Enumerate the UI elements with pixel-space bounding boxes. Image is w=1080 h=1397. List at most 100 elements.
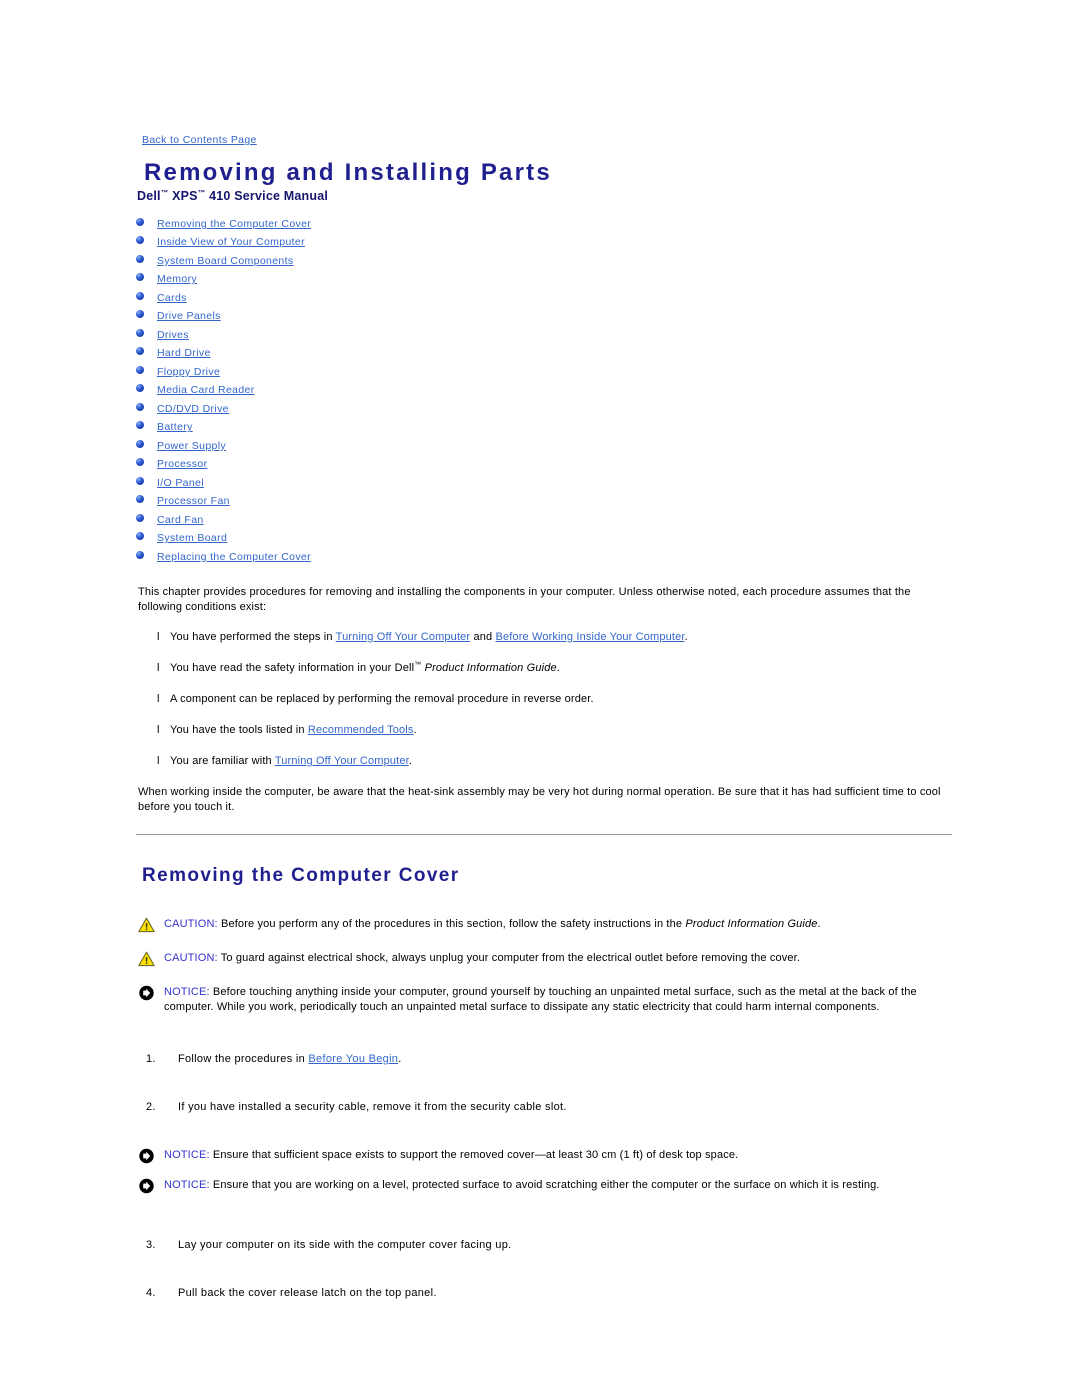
toc-item[interactable]: System Board Components <box>136 254 952 267</box>
toc-item-link[interactable]: Card Fan <box>157 514 204 526</box>
toc-item[interactable]: Power Supply <box>136 439 952 452</box>
bullet-sphere-icon <box>136 402 144 411</box>
caution-label: CAUTION: <box>164 917 218 930</box>
turning-off-your-computer-link[interactable]: Turning Off Your Computer <box>275 755 409 767</box>
list-marker-icon: l <box>157 754 160 767</box>
notice-arrow-icon <box>138 985 155 1001</box>
step-number: 1. <box>146 1052 156 1065</box>
step-number: 4. <box>146 1286 156 1299</box>
subtitle-brand: Dell <box>137 188 161 203</box>
step-text-pre: Follow the procedures in <box>178 1052 309 1065</box>
toc-item-link[interactable]: Memory <box>157 273 197 285</box>
toc-item[interactable]: Processor Fan <box>136 494 952 507</box>
toc-item[interactable]: Floppy Drive <box>136 365 952 378</box>
step-text-post: . <box>398 1052 402 1065</box>
caution-triangle-icon <box>138 951 155 967</box>
toc-item[interactable]: Media Card Reader <box>136 383 952 396</box>
subtitle-model: XPS <box>168 188 198 203</box>
bullet-sphere-icon <box>136 421 144 430</box>
caution-label: CAUTION: <box>164 951 218 964</box>
page-title: Removing and Installing Parts <box>144 159 552 186</box>
toc-item[interactable]: Cards <box>136 291 952 304</box>
toc-item[interactable]: Battery <box>136 420 952 433</box>
bullet-sphere-icon <box>136 236 144 245</box>
toc-item-link[interactable]: System Board <box>157 532 227 544</box>
caution-block-2: CAUTION: To guard against electrical sho… <box>138 951 952 967</box>
condition-text-mid: and <box>470 630 496 643</box>
toc-item-link[interactable]: Removing the Computer Cover <box>157 218 311 230</box>
caution-triangle-icon <box>138 917 155 933</box>
step-text: If you have installed a security cable, … <box>178 1100 567 1113</box>
toc-item[interactable]: I/O Panel <box>136 476 952 489</box>
toc-item[interactable]: Drives <box>136 328 952 341</box>
notice-block-1: NOTICE: Before touching anything inside … <box>138 985 952 1016</box>
bullet-sphere-icon <box>136 384 144 393</box>
toc-item-link[interactable]: Processor Fan <box>157 495 230 507</box>
toc-item-link[interactable]: CD/DVD Drive <box>157 403 229 415</box>
step-item-4: 4. Pull back the cover release latch on t… <box>146 1286 952 1301</box>
recommended-tools-link[interactable]: Recommended Tools <box>308 724 414 736</box>
toc-item[interactable]: Replacing the Computer Cover <box>136 550 952 563</box>
before-you-begin-link[interactable]: Before You Begin <box>308 1053 398 1065</box>
notice-text: Ensure that you are working on a level, … <box>209 1178 880 1191</box>
toc-item-link[interactable]: Hard Drive <box>157 347 211 359</box>
toc-item-link[interactable]: Battery <box>157 421 193 433</box>
toc-item[interactable]: System Board <box>136 531 952 544</box>
toc-item-link[interactable]: Processor <box>157 458 207 470</box>
condition-text-post: . <box>413 723 417 736</box>
toc-item-link[interactable]: Drive Panels <box>157 310 221 322</box>
toc-item-link[interactable]: System Board Components <box>157 255 293 267</box>
step-text: Pull back the cover release latch on the… <box>178 1286 437 1299</box>
toc-item[interactable]: Inside View of Your Computer <box>136 235 952 248</box>
toc-item[interactable]: Drive Panels <box>136 309 952 322</box>
section-divider <box>136 833 952 835</box>
section-heading-removing-the-computer-cover: Removing the Computer Cover <box>142 864 460 886</box>
notice-label: NOTICE: <box>164 1178 210 1191</box>
bullet-sphere-icon <box>136 532 144 541</box>
document-subtitle: Dell™ XPS™ 410 Service Manual <box>137 189 952 203</box>
condition-text-pre: You have the tools listed in <box>170 723 308 736</box>
turning-off-your-computer-link[interactable]: Turning Off Your Computer <box>336 631 471 643</box>
product-information-guide-title: Product Information Guide <box>424 661 557 674</box>
condition-text-pre: You are familiar with <box>170 754 275 767</box>
bullet-sphere-icon <box>136 439 144 448</box>
bullet-sphere-icon <box>136 254 144 263</box>
toc-item[interactable]: CD/DVD Drive <box>136 402 952 415</box>
document-page: Back to Contents Page Removing and Insta… <box>0 0 1080 1397</box>
step-item-1: 1. Follow the procedures in Before You Be… <box>146 1052 952 1067</box>
step-item-3: 3. Lay your computer on its side with the… <box>146 1238 952 1253</box>
notice-label: NOTICE: <box>164 985 210 998</box>
caution-text-pre: Before you perform any of the procedures… <box>217 917 686 930</box>
list-marker-icon: l <box>157 692 160 705</box>
condition-item-2: l You have read the safety information in… <box>136 661 952 676</box>
toc-item-link[interactable]: Inside View of Your Computer <box>157 236 305 248</box>
toc-item[interactable]: Processor <box>136 457 952 470</box>
caution-text-post: . <box>817 917 821 930</box>
toc-item-link[interactable]: I/O Panel <box>157 477 204 489</box>
toc-item[interactable]: Hard Drive <box>136 346 952 359</box>
subtitle-tail: 410 Service Manual <box>205 188 329 203</box>
notice-arrow-icon <box>138 1148 155 1164</box>
caution-block-1: CAUTION: Before you perform any of the p… <box>138 917 952 933</box>
bullet-sphere-icon <box>136 458 144 467</box>
before-working-inside-link[interactable]: Before Working Inside Your Computer <box>495 631 684 643</box>
condition-item-3: l A component can be replaced by performi… <box>136 692 952 707</box>
bullet-sphere-icon <box>136 365 144 374</box>
toc-item-link[interactable]: Floppy Drive <box>157 366 220 378</box>
toc-item-link[interactable]: Power Supply <box>157 440 226 452</box>
condition-text-post: . <box>408 754 413 767</box>
toc-item-link[interactable]: Replacing the Computer Cover <box>157 551 311 563</box>
caution-text: To guard against electrical shock, alway… <box>217 951 801 964</box>
toc-item[interactable]: Card Fan <box>136 513 952 526</box>
back-to-contents-link[interactable]: Back to Contents Page <box>142 134 257 146</box>
step-text: Lay your computer on its side with the c… <box>178 1238 512 1251</box>
notice-label: NOTICE: <box>164 1148 210 1161</box>
bullet-sphere-icon <box>136 291 144 300</box>
toc-item-link[interactable]: Drives <box>157 329 189 341</box>
toc-item[interactable]: Memory <box>136 272 952 285</box>
notice-arrow-icon <box>138 1178 155 1194</box>
toc-item-link[interactable]: Cards <box>157 292 187 304</box>
toc-item[interactable]: Removing the Computer Cover <box>136 217 952 230</box>
toc-item-link[interactable]: Media Card Reader <box>157 384 255 396</box>
